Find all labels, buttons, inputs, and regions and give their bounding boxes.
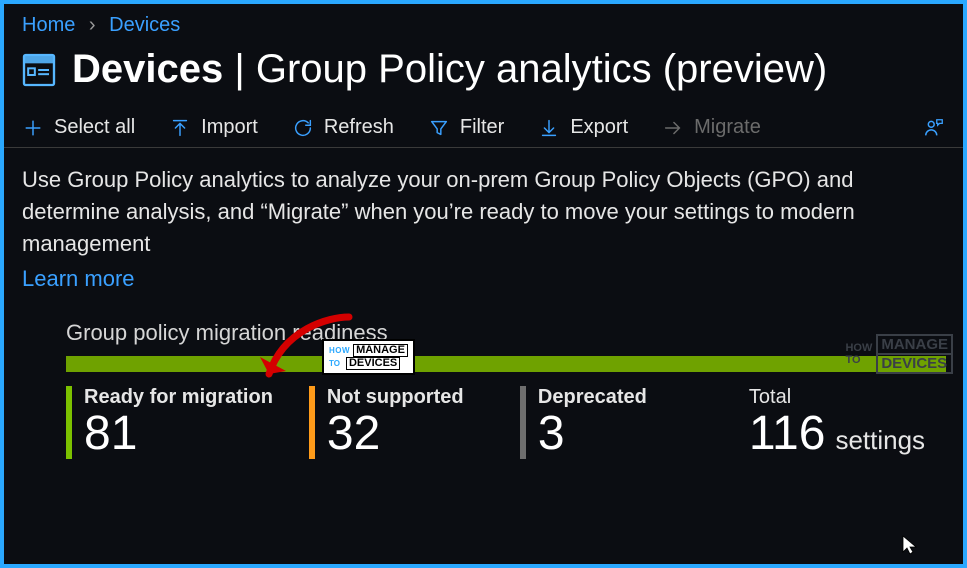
mouse-cursor-icon <box>901 534 919 556</box>
filter-icon <box>428 117 450 139</box>
select-all-label: Select all <box>54 116 135 139</box>
stat-not-supported: Not supported 32 <box>309 386 484 459</box>
migrate-label: Migrate <box>694 116 761 139</box>
page-title-separator: | <box>223 47 256 91</box>
stat-total-value: 116 <box>749 409 826 459</box>
refresh-label: Refresh <box>324 116 394 139</box>
import-button[interactable]: Import <box>169 116 258 139</box>
readiness-stats: Ready for migration 81 Not supported 32 … <box>4 386 963 459</box>
stat-dep-label: Deprecated <box>538 386 695 409</box>
page-title: Devices | Group Policy analytics (previe… <box>72 47 827 92</box>
breadcrumb-home[interactable]: Home <box>22 14 75 36</box>
import-icon <box>169 117 191 139</box>
import-label: Import <box>201 116 258 139</box>
refresh-button[interactable]: Refresh <box>292 116 394 139</box>
refresh-icon <box>292 117 314 139</box>
page-header: Devices | Group Policy analytics (previe… <box>4 41 963 106</box>
command-bar: Select all Import Refresh Filter Export … <box>4 106 963 148</box>
breadcrumb-separator: › <box>89 14 96 36</box>
stat-total: Total 116 settings <box>731 386 925 459</box>
breadcrumb-devices[interactable]: Devices <box>109 14 180 36</box>
stat-ready-value: 81 <box>84 409 273 459</box>
stat-ns-label: Not supported <box>327 386 484 409</box>
devices-blade-icon <box>18 49 60 91</box>
plus-icon <box>22 117 44 139</box>
page-title-primary: Devices <box>72 47 223 91</box>
stat-ready-for-migration: Ready for migration 81 <box>66 386 273 459</box>
breadcrumb: Home › Devices <box>4 4 963 41</box>
stat-ready-label: Ready for migration <box>84 386 273 409</box>
stat-total-unit: settings <box>835 427 925 454</box>
learn-more-link[interactable]: Learn more <box>4 266 963 298</box>
description-text: Use Group Policy analytics to analyze yo… <box>4 148 963 266</box>
readiness-section-label: Group policy migration readiness <box>4 298 963 356</box>
arrow-right-icon <box>662 117 684 139</box>
page-title-secondary: Group Policy analytics (preview) <box>256 47 827 91</box>
migrate-button[interactable]: Migrate <box>662 116 761 139</box>
filter-label: Filter <box>460 116 504 139</box>
person-feedback-icon <box>923 117 945 139</box>
stat-dep-value: 3 <box>538 409 695 459</box>
readiness-progress-bar <box>66 356 946 372</box>
export-icon <box>538 117 560 139</box>
select-all-button[interactable]: Select all <box>22 116 135 139</box>
export-label: Export <box>570 116 628 139</box>
stat-deprecated: Deprecated 3 <box>520 386 695 459</box>
export-button[interactable]: Export <box>538 116 628 139</box>
stat-total-label: Total <box>749 386 925 409</box>
filter-button[interactable]: Filter <box>428 116 504 139</box>
feedback-button[interactable] <box>923 117 945 139</box>
stat-ns-value: 32 <box>327 409 484 459</box>
